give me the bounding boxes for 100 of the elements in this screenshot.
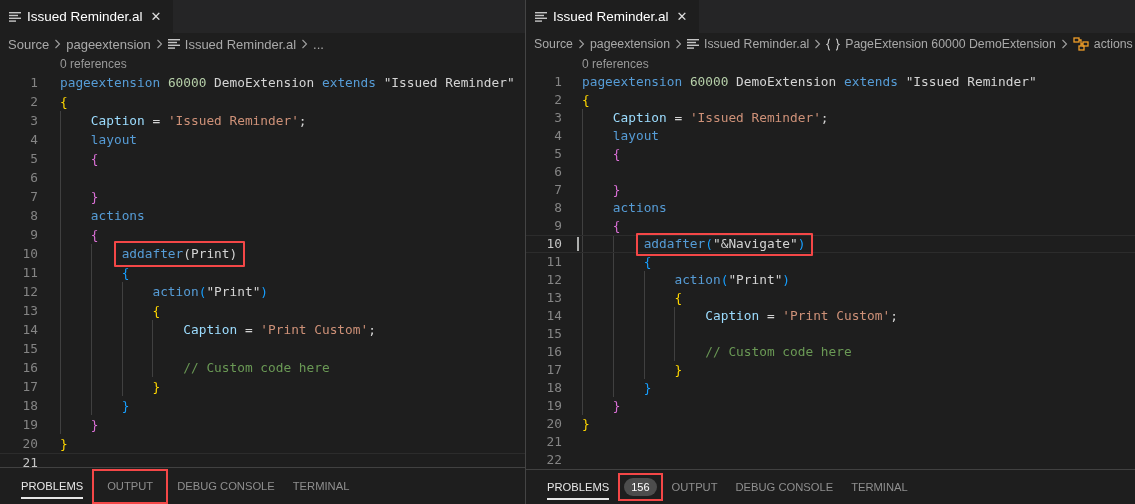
line-number: 2 xyxy=(553,91,562,109)
line-number: 21 xyxy=(545,433,562,451)
close-button[interactable]: ✕ xyxy=(148,9,164,24)
code-line: actions xyxy=(611,200,667,215)
file-lines-icon xyxy=(535,11,547,22)
file-lines-icon xyxy=(686,39,699,49)
code-line: { xyxy=(673,290,683,305)
line-number: 12 xyxy=(545,271,562,289)
line-number: 11 xyxy=(21,264,38,282)
code-line: Caption = 'Issued Reminder'; xyxy=(611,110,829,125)
panel-tab[interactable]: PROBLEMS xyxy=(538,474,619,500)
code-line: Caption = 'Print Custom'; xyxy=(704,308,898,323)
line-number: 5 xyxy=(29,150,38,168)
panel-tab[interactable]: DEBUG CONSOLE xyxy=(168,473,284,499)
code-line: } xyxy=(611,398,621,413)
panel-tab[interactable]: OUTPUT xyxy=(662,474,727,500)
code-line: { xyxy=(642,254,652,269)
line-number: 2 xyxy=(29,93,38,111)
codelens-references[interactable]: 0 references xyxy=(526,55,1135,73)
code-line: action("Print") xyxy=(673,272,791,287)
line-number: 19 xyxy=(21,416,38,434)
breadcrumb-item[interactable]: Source xyxy=(8,36,50,52)
line-number: 22 xyxy=(545,451,562,469)
code-line: } xyxy=(89,417,99,432)
panel-tab[interactable]: TERMINAL xyxy=(842,474,917,500)
codelens-references[interactable]: 0 references xyxy=(0,55,525,73)
line-number: 16 xyxy=(545,343,562,361)
breadcrumb-item[interactable]: pageextension xyxy=(66,36,151,52)
breadcrumb-item[interactable]: Source xyxy=(534,37,573,51)
line-number: 8 xyxy=(553,199,562,217)
line-number: 21 xyxy=(21,454,38,467)
line-number: 10 xyxy=(21,245,38,263)
line-number: 15 xyxy=(21,340,38,358)
line-number: 11 xyxy=(545,253,562,271)
code-line: { xyxy=(120,265,130,280)
line-number: 3 xyxy=(553,109,562,127)
panel-tab[interactable]: PROBLEMS xyxy=(12,473,93,499)
braces-icon xyxy=(826,37,841,51)
line-number: 13 xyxy=(21,302,38,320)
code-line: addafter(Print) xyxy=(120,246,238,261)
code-line: } xyxy=(673,362,683,377)
chevron-icon xyxy=(577,39,585,49)
panel-tab[interactable]: TERMINAL xyxy=(283,473,359,499)
line-number: 14 xyxy=(21,321,38,339)
panel-tab[interactable]: DEBUG CONSOLE xyxy=(726,474,843,500)
code-line: } xyxy=(642,380,652,395)
breadcrumb-item[interactable]: pageextension xyxy=(589,37,670,51)
line-number: 8 xyxy=(29,207,38,225)
text-cursor xyxy=(577,237,579,251)
code-line: action("Print") xyxy=(151,284,269,299)
line-number: 20 xyxy=(21,435,38,453)
line-number: 13 xyxy=(545,289,562,307)
code-line: { xyxy=(611,218,621,233)
code-line: Caption = 'Print Custom'; xyxy=(182,322,376,337)
count-badge: 156 xyxy=(624,478,657,496)
code-line: { xyxy=(611,146,621,161)
line-number: 6 xyxy=(29,169,38,187)
code-line: { xyxy=(582,92,590,107)
code-line: Caption = 'Issued Reminder'; xyxy=(89,113,307,128)
panel-tab[interactable]: OUTPUT xyxy=(98,473,163,499)
line-number: 6 xyxy=(553,163,562,181)
chevron-icon xyxy=(814,39,822,49)
line-number: 9 xyxy=(553,217,562,235)
code-line: pageextension 60000 DemoExtension extends "Issued Reminder" xyxy=(60,75,515,90)
breadcrumb-item[interactable]: Issued Reminder.al xyxy=(703,37,810,51)
breadcrumb-item[interactable]: ... xyxy=(313,36,324,52)
chevron-icon xyxy=(301,39,309,49)
code-line: } xyxy=(60,436,68,451)
line-number: 20 xyxy=(545,415,562,433)
code-line: } xyxy=(582,416,590,431)
close-button[interactable]: ✕ xyxy=(674,9,690,24)
line-number: 1 xyxy=(553,73,562,91)
line-number: 7 xyxy=(553,181,562,199)
chevron-icon xyxy=(1060,39,1068,49)
editor-tab[interactable]: Issued Reminder.al ✕ xyxy=(0,0,174,33)
file-lines-icon xyxy=(9,11,21,22)
code-line: // Custom code here xyxy=(182,360,330,375)
line-number: 3 xyxy=(29,112,38,130)
chevron-icon xyxy=(155,39,163,49)
line-number: 16 xyxy=(21,359,38,377)
breadcrumb-item[interactable]: actions xyxy=(1093,37,1133,51)
line-number: 1 xyxy=(29,74,38,92)
code-line: { xyxy=(89,227,99,242)
breadcrumb-item[interactable]: PageExtension 60000 DemoExtension xyxy=(845,37,1056,51)
file-lines-icon xyxy=(167,39,180,49)
line-number: 17 xyxy=(21,378,38,396)
line-number: 18 xyxy=(21,397,38,415)
line-number: 12 xyxy=(21,283,38,301)
breadcrumb-item[interactable]: Issued Reminder.al xyxy=(184,36,297,52)
line-number: 5 xyxy=(553,145,562,163)
line-number: 17 xyxy=(545,361,562,379)
editor-tab[interactable]: Issued Reminder.al ✕ xyxy=(526,0,700,33)
code-line: // Custom code here xyxy=(704,344,852,359)
code-line: { xyxy=(89,151,99,166)
code-line: layout xyxy=(89,132,138,147)
line-number: 19 xyxy=(545,397,562,415)
code-line: } xyxy=(89,189,99,204)
line-number: 4 xyxy=(553,127,562,145)
line-number: 4 xyxy=(29,131,38,149)
line-number: 18 xyxy=(545,379,562,397)
